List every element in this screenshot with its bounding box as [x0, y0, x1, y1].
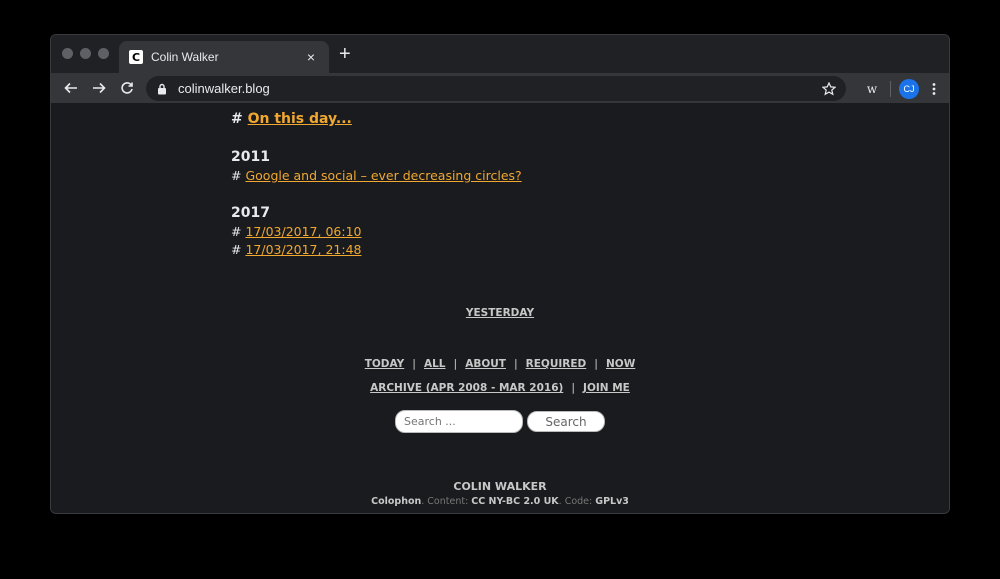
nav-separator: |	[453, 357, 458, 370]
post-link[interactable]: 17/03/2017, 06:10	[245, 224, 361, 239]
post-link[interactable]: Google and social – ever decreasing circ…	[245, 168, 521, 183]
yesterday-link[interactable]: YESTERDAY	[466, 307, 534, 319]
nav-separator: |	[412, 357, 416, 370]
arrow-left-icon	[64, 82, 77, 94]
footer-nav-row-2: ARCHIVE (APR 2008 - MAR 2016) | JOIN ME	[51, 376, 949, 395]
bookmark-star-icon[interactable]	[822, 81, 836, 96]
year-heading: 2017	[231, 205, 270, 221]
list-item: # 17/03/2017, 21:48	[231, 241, 771, 259]
nav-separator: |	[594, 357, 598, 370]
tab-strip: C Colin Walker × +	[51, 35, 949, 73]
url-text: colinwalker.blog	[178, 81, 270, 96]
kebab-menu-icon[interactable]	[927, 82, 941, 96]
extension-w-icon[interactable]: w	[862, 82, 882, 96]
nav-separator: |	[571, 381, 576, 394]
code-license: GPLv3	[595, 496, 629, 507]
tab-title: Colin Walker	[151, 50, 219, 64]
footer-nav-row-1: TODAY | ALL | ABOUT | REQUIRED | NOW	[51, 352, 949, 371]
arrow-right-icon	[93, 82, 106, 94]
on-this-day-link[interactable]: On this day...	[248, 111, 352, 127]
hash-marker: #	[231, 168, 242, 183]
window-controls	[62, 48, 109, 59]
year-section-2017: 2017 # 17/03/2017, 06:10 # 17/03/2017, 2…	[231, 205, 771, 259]
search-form: Search	[51, 410, 949, 433]
hash-marker: #	[231, 224, 242, 239]
browser-window: C Colin Walker × + colinwalker.blog w CJ	[50, 34, 950, 514]
nav-link-archive[interactable]: ARCHIVE (APR 2008 - MAR 2016)	[370, 382, 563, 394]
tab-close-icon[interactable]: ×	[303, 49, 319, 65]
colophon-line: Colophon. Content: CC NY-BC 2.0 UK. Code…	[51, 496, 949, 507]
year-section-2011: 2011 # Google and social – ever decreasi…	[231, 149, 771, 185]
list-item: # Google and social – ever decreasing ci…	[231, 167, 771, 185]
nav-link-all[interactable]: ALL	[424, 358, 446, 370]
post-link[interactable]: 17/03/2017, 21:48	[245, 242, 361, 257]
toolbar-divider	[890, 80, 891, 97]
colophon-link[interactable]: Colophon	[371, 496, 421, 507]
year-heading: 2011	[231, 149, 270, 165]
tab-active[interactable]: C Colin Walker ×	[119, 41, 329, 73]
content-license: CC NY-BC 2.0 UK	[471, 496, 559, 507]
new-tab-button[interactable]: +	[339, 44, 351, 64]
nav-link-today[interactable]: TODAY	[365, 358, 405, 370]
search-input[interactable]	[395, 410, 523, 433]
profile-avatar[interactable]: CJ	[899, 78, 919, 99]
minimize-window-button[interactable]	[80, 48, 91, 59]
address-bar[interactable]: colinwalker.blog	[146, 76, 846, 101]
zoom-window-button[interactable]	[98, 48, 109, 59]
page-content: # On this day... 2011 # Google and socia…	[51, 103, 949, 513]
reload-button[interactable]	[113, 74, 141, 102]
toolbar-extensions: w CJ	[862, 76, 941, 101]
nav-separator: |	[513, 357, 518, 370]
favicon-icon: C	[129, 50, 143, 64]
main-column: # On this day... 2011 # Google and socia…	[231, 109, 771, 259]
forward-button[interactable]	[85, 74, 113, 102]
search-button[interactable]: Search	[527, 411, 605, 432]
nav-link-required[interactable]: REQUIRED	[526, 358, 587, 370]
lock-icon	[158, 83, 166, 94]
back-button[interactable]	[57, 74, 85, 102]
nav-link-about[interactable]: ABOUT	[465, 358, 506, 370]
site-name: COLIN WALKER	[51, 475, 949, 494]
content-label: . Content:	[421, 496, 472, 507]
nav-link-join-me[interactable]: JOIN ME	[583, 382, 630, 394]
code-label: . Code:	[558, 496, 596, 507]
browser-toolbar: colinwalker.blog w CJ	[51, 73, 949, 103]
yesterday-nav: YESTERDAY	[51, 301, 949, 320]
close-window-button[interactable]	[62, 48, 73, 59]
nav-link-now[interactable]: NOW	[606, 358, 635, 370]
reload-icon	[121, 82, 133, 94]
page-title: # On this day...	[231, 111, 771, 127]
site-name-text: COLIN WALKER	[453, 480, 547, 493]
hash-marker: #	[231, 111, 243, 127]
hash-marker: #	[231, 242, 242, 257]
list-item: # 17/03/2017, 06:10	[231, 223, 771, 241]
